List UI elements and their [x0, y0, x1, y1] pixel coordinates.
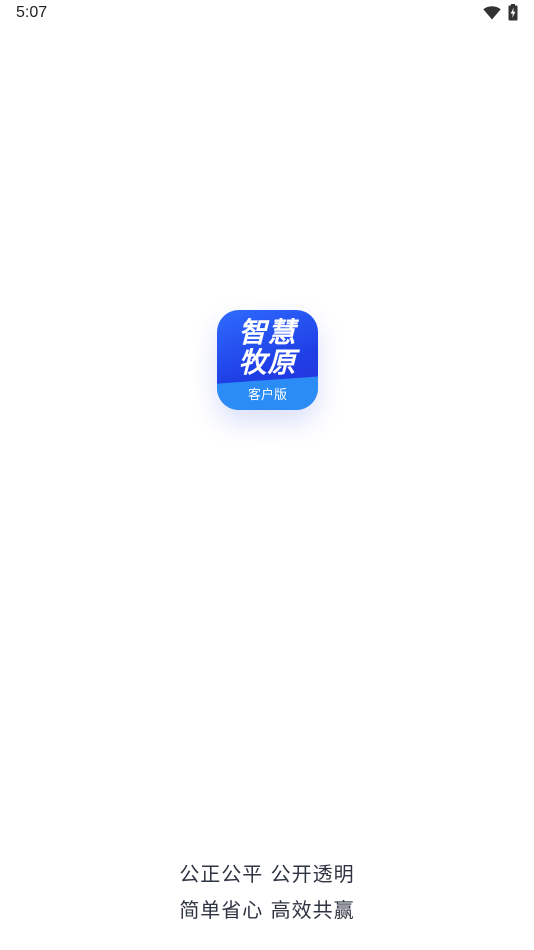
logo-subtitle: 客户版 — [247, 388, 287, 403]
status-time: 5:07 — [16, 4, 48, 21]
slogan-line-2: 简单省心 高效共赢 — [179, 898, 355, 922]
logo-title-line2: 牧原 — [238, 346, 297, 379]
battery-icon — [508, 4, 518, 21]
app-logo-tile: 智慧 牧原 客户版 — [217, 310, 318, 410]
logo-title-line1: 智慧 — [238, 316, 297, 349]
app-logo: 智慧 牧原 客户版 — [217, 310, 318, 410]
status-bar: 5:07 — [0, 0, 534, 28]
wifi-icon — [483, 6, 501, 20]
splash-screen: 5:07 智慧 牧原 客户版 公正公平 公开透明 简单省心 高效共赢 — [0, 0, 534, 950]
slogan-line-1: 公正公平 公开透明 — [179, 862, 355, 886]
